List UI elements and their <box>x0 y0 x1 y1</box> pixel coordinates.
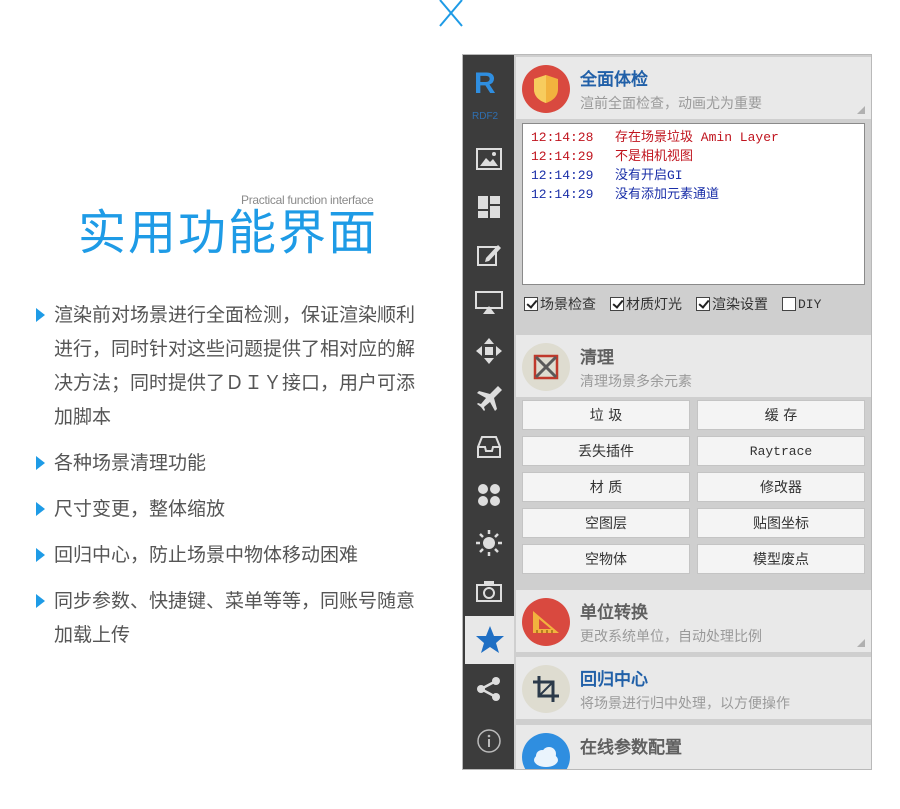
clean-cross-icon <box>522 343 570 391</box>
feature-item: 回归中心，防止场景中物体移动困难 <box>36 538 416 572</box>
section-online-header[interactable]: 在线参数配置 <box>516 725 871 769</box>
close-x-decoration-icon <box>439 0 463 27</box>
sun-icon[interactable] <box>463 525 514 561</box>
clean-missing-plugins-button[interactable]: 丢失插件 <box>522 436 690 466</box>
checkbox-scene-check[interactable]: 场景检查 <box>524 294 596 314</box>
layout-icon[interactable] <box>463 189 514 225</box>
section-center-title: 回归中心 <box>580 670 648 690</box>
grid-dots-icon[interactable] <box>463 477 514 513</box>
log-row: 12:14:29 不是相机视图 <box>531 149 694 164</box>
clean-modifier-button[interactable]: 修改器 <box>697 472 865 502</box>
feature-list: 渲染前对场景进行全面检测，保证渲染顺利进行，同时针对这些问题提供了相对应的解决方… <box>36 298 416 664</box>
checkbox-box[interactable] <box>696 297 710 311</box>
section-unit-desc: 更改系统单位，自动处理比例 <box>580 629 762 645</box>
clean-model-points-button[interactable]: 模型废点 <box>697 544 865 574</box>
ruler-triangle-icon <box>522 598 570 646</box>
checkbox-box[interactable] <box>610 297 624 311</box>
checkbox-box[interactable] <box>524 297 538 311</box>
section-clean-title: 清理 <box>580 348 614 368</box>
plane-icon[interactable] <box>463 381 514 417</box>
image-icon[interactable] <box>463 141 514 177</box>
clean-empty-object-button[interactable]: 空物体 <box>522 544 690 574</box>
checkbox-diy[interactable]: DIY <box>782 297 821 312</box>
clean-material-button[interactable]: 材 质 <box>522 472 690 502</box>
feature-item: 各种场景清理功能 <box>36 446 416 480</box>
camera-icon[interactable] <box>463 573 514 609</box>
page: Practical function interface 实用功能界面 渲染前对… <box>0 0 900 809</box>
section-clean-header[interactable]: 清理 清理场景多余元素 <box>516 335 871 397</box>
feature-item: 尺寸变更，整体缩放 <box>36 492 416 526</box>
plugin-panel: R RDF2 全面体检 渲前全面检查，动画尤为重要 12:14:28 存在场景垃… <box>462 54 872 770</box>
section-center-desc: 将场景进行归中处理，以方便操作 <box>580 696 790 712</box>
clean-empty-layer-button[interactable]: 空图层 <box>522 508 690 538</box>
inbox-icon[interactable] <box>463 429 514 465</box>
move-icon[interactable] <box>463 333 514 369</box>
shield-icon <box>522 65 570 113</box>
crop-icon <box>522 665 570 713</box>
bullet-icon <box>36 502 45 516</box>
feature-item: 渲染前对场景进行全面检测，保证渲染顺利进行，同时针对这些问题提供了相对应的解决方… <box>36 298 416 434</box>
bullet-icon <box>36 456 45 470</box>
checkbox-box[interactable] <box>782 297 796 311</box>
section-clean-desc: 清理场景多余元素 <box>580 374 692 390</box>
clean-cache-button[interactable]: 缓 存 <box>697 400 865 430</box>
app-logo: R <box>474 67 496 100</box>
section-online-title: 在线参数配置 <box>580 738 682 758</box>
log-row: 12:14:28 存在场景垃圾 Amin Layer <box>531 130 779 145</box>
section-checkup-title: 全面体检 <box>580 70 648 90</box>
clean-uv-map-button[interactable]: 贴图坐标 <box>697 508 865 538</box>
clean-raytrace-button[interactable]: Raytrace <box>697 436 865 466</box>
section-center-header[interactable]: 回归中心 将场景进行归中处理，以方便操作 <box>516 657 871 719</box>
info-icon[interactable] <box>463 723 514 759</box>
sidebar: R RDF2 <box>463 55 514 769</box>
section-unit-header[interactable]: 单位转换 更改系统单位，自动处理比例 <box>516 590 871 652</box>
star-icon[interactable] <box>465 616 514 664</box>
section-unit-title: 单位转换 <box>580 603 648 623</box>
clean-garbage-button[interactable]: 垃 圾 <box>522 400 690 430</box>
log-row: 12:14:29 没有添加元素通道 <box>531 187 720 202</box>
check-options: 场景检查 材质灯光 渲染设置 DIY <box>524 293 869 315</box>
feature-item: 同步参数、快捷键、菜单等等，同账号随意加载上传 <box>36 584 416 652</box>
edit-icon[interactable] <box>463 237 514 273</box>
bullet-icon <box>36 594 45 608</box>
cloud-icon <box>522 733 570 769</box>
panel-content: 全面体检 渲前全面检查，动画尤为重要 12:14:28 存在场景垃圾 Amin L… <box>516 55 871 769</box>
screen-icon[interactable] <box>463 285 514 321</box>
log-row: 12:14:29 没有开启GI <box>531 168 683 183</box>
checkbox-material-light[interactable]: 材质灯光 <box>610 294 682 314</box>
section-checkup-header[interactable]: 全面体检 渲前全面检查，动画尤为重要 <box>516 57 871 119</box>
promo-title: 实用功能界面 <box>78 205 379 261</box>
share-icon[interactable] <box>463 671 514 707</box>
bullet-icon <box>36 548 45 562</box>
checkbox-render-settings[interactable]: 渲染设置 <box>696 294 768 314</box>
bullet-icon <box>36 308 45 322</box>
check-log[interactable]: 12:14:28 存在场景垃圾 Amin Layer 12:14:29 不是相机视图… <box>522 123 865 285</box>
section-checkup-desc: 渲前全面检查，动画尤为重要 <box>580 96 762 112</box>
resize-grip-icon <box>857 106 865 114</box>
app-logo-subtitle: RDF2 <box>472 111 499 122</box>
resize-grip-icon <box>857 639 865 647</box>
